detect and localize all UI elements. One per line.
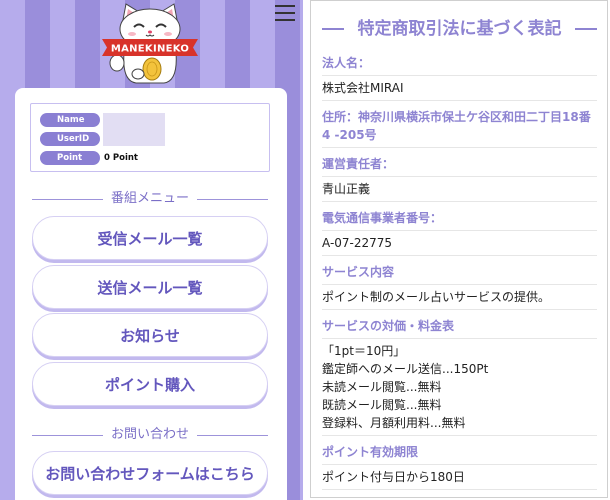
profile-box: Name UserID Point 0 Point (30, 103, 270, 172)
contact-form-button[interactable]: お問い合わせフォームはこちら (32, 451, 268, 495)
app-panel: MANEKINEKO Name UserID Point 0 Point 番組メ… (0, 0, 303, 500)
legal-value-block: 青山正義 (322, 177, 597, 202)
legal-value: 株式会社MIRAI (322, 81, 404, 95)
legal-value: 鑑定師へのメール送信...150Pt (322, 362, 489, 376)
legal-heading: 電気通信事業者番号： (322, 202, 597, 231)
title-dash-left (322, 28, 344, 30)
legal-title: 特定商取引法に基づく表記 (357, 19, 562, 39)
menu-section-header: 番組メニュー (32, 191, 269, 207)
inbox-button[interactable]: 受信メール一覧 (32, 216, 268, 260)
legal-heading: サービス内容 (322, 256, 597, 285)
contact-section-header: お問い合わせ (32, 427, 269, 443)
buy-points-button[interactable]: ポイント購入 (32, 362, 268, 406)
legal-section-point-expiry: ポイント有効期限 ポイント付与日から180日 (322, 436, 597, 490)
title-dash-right (575, 28, 597, 30)
point-value: 0 Point (104, 153, 138, 163)
legal-panel: 特定商取引法に基づく表記 法人名： 株式会社MIRAI 住所：神奈川県横浜市保土… (310, 0, 608, 498)
masked-user-info (103, 113, 165, 146)
name-label: Name (40, 113, 100, 127)
maneki-neko-logo[interactable]: MANEKINEKO (100, 1, 200, 85)
legal-value: 登録料、月額利用料...無料 (322, 416, 466, 430)
legal-value: 「1pt＝10円」 (322, 344, 406, 358)
koban-coin (142, 57, 162, 81)
legal-title-bar: 特定商取引法に基づく表記 (322, 1, 597, 47)
cat-raised-paw (109, 54, 125, 72)
legal-value: 青山正義 (322, 182, 371, 196)
legal-section-company: 法人名： 株式会社MIRAI (322, 47, 597, 101)
legal-value-block: ポイント付与日から180日 (322, 465, 597, 490)
legal-heading: 運営責任者： (322, 148, 597, 177)
legal-section-pricing: サービスの対価・料金表 「1pt＝10円」 鑑定師へのメール送信...150Pt… (322, 310, 597, 436)
hamburger-menu-icon[interactable] (275, 5, 295, 22)
contact-section-title: お問い合わせ (111, 427, 190, 442)
legal-value: ポイント制のメール占いサービスの提供。 (322, 290, 551, 304)
logo-text: MANEKINEKO (111, 44, 189, 55)
legal-section-telecom-number: 電気通信事業者番号： A-07-22775 (322, 202, 597, 256)
notices-button[interactable]: お知らせ (32, 313, 268, 357)
legal-section-manager: 運営責任者： 青山正義 (322, 148, 597, 202)
userid-label: UserID (40, 132, 100, 146)
legal-value: 既読メール閲覧...無料 (322, 398, 442, 412)
legal-value-block: ポイント制のメール占いサービスの提供。 (322, 285, 597, 310)
main-card: Name UserID Point 0 Point 番組メニュー 受信メール一覧… (15, 88, 287, 500)
sent-mail-button[interactable]: 送信メール一覧 (32, 265, 268, 309)
menu-section-title: 番組メニュー (111, 191, 190, 206)
point-label: Point (40, 151, 100, 165)
legal-value: ポイント付与日から180日 (322, 470, 465, 484)
legal-section-service: サービス内容 ポイント制のメール占いサービスの提供。 (322, 256, 597, 310)
legal-value-block: 「1pt＝10円」 鑑定師へのメール送信...150Pt 未読メール閲覧...無… (322, 339, 597, 436)
legal-value-block: A-07-22775 (322, 231, 597, 256)
legal-heading: サービスの対価・料金表 (322, 310, 597, 339)
legal-section-address: 住所：神奈川県横浜市保土ケ谷区和田二丁目18番4 -205号 (322, 101, 597, 148)
legal-heading: 住所：神奈川県横浜市保土ケ谷区和田二丁目18番4 -205号 (322, 101, 597, 148)
legal-value-block: 株式会社MIRAI (322, 76, 597, 101)
legal-heading: 法人名： (322, 47, 597, 76)
legal-value: A-07-22775 (322, 236, 393, 250)
legal-value: 未読メール閲覧...無料 (322, 380, 442, 394)
legal-heading: ポイント有効期限 (322, 436, 597, 465)
